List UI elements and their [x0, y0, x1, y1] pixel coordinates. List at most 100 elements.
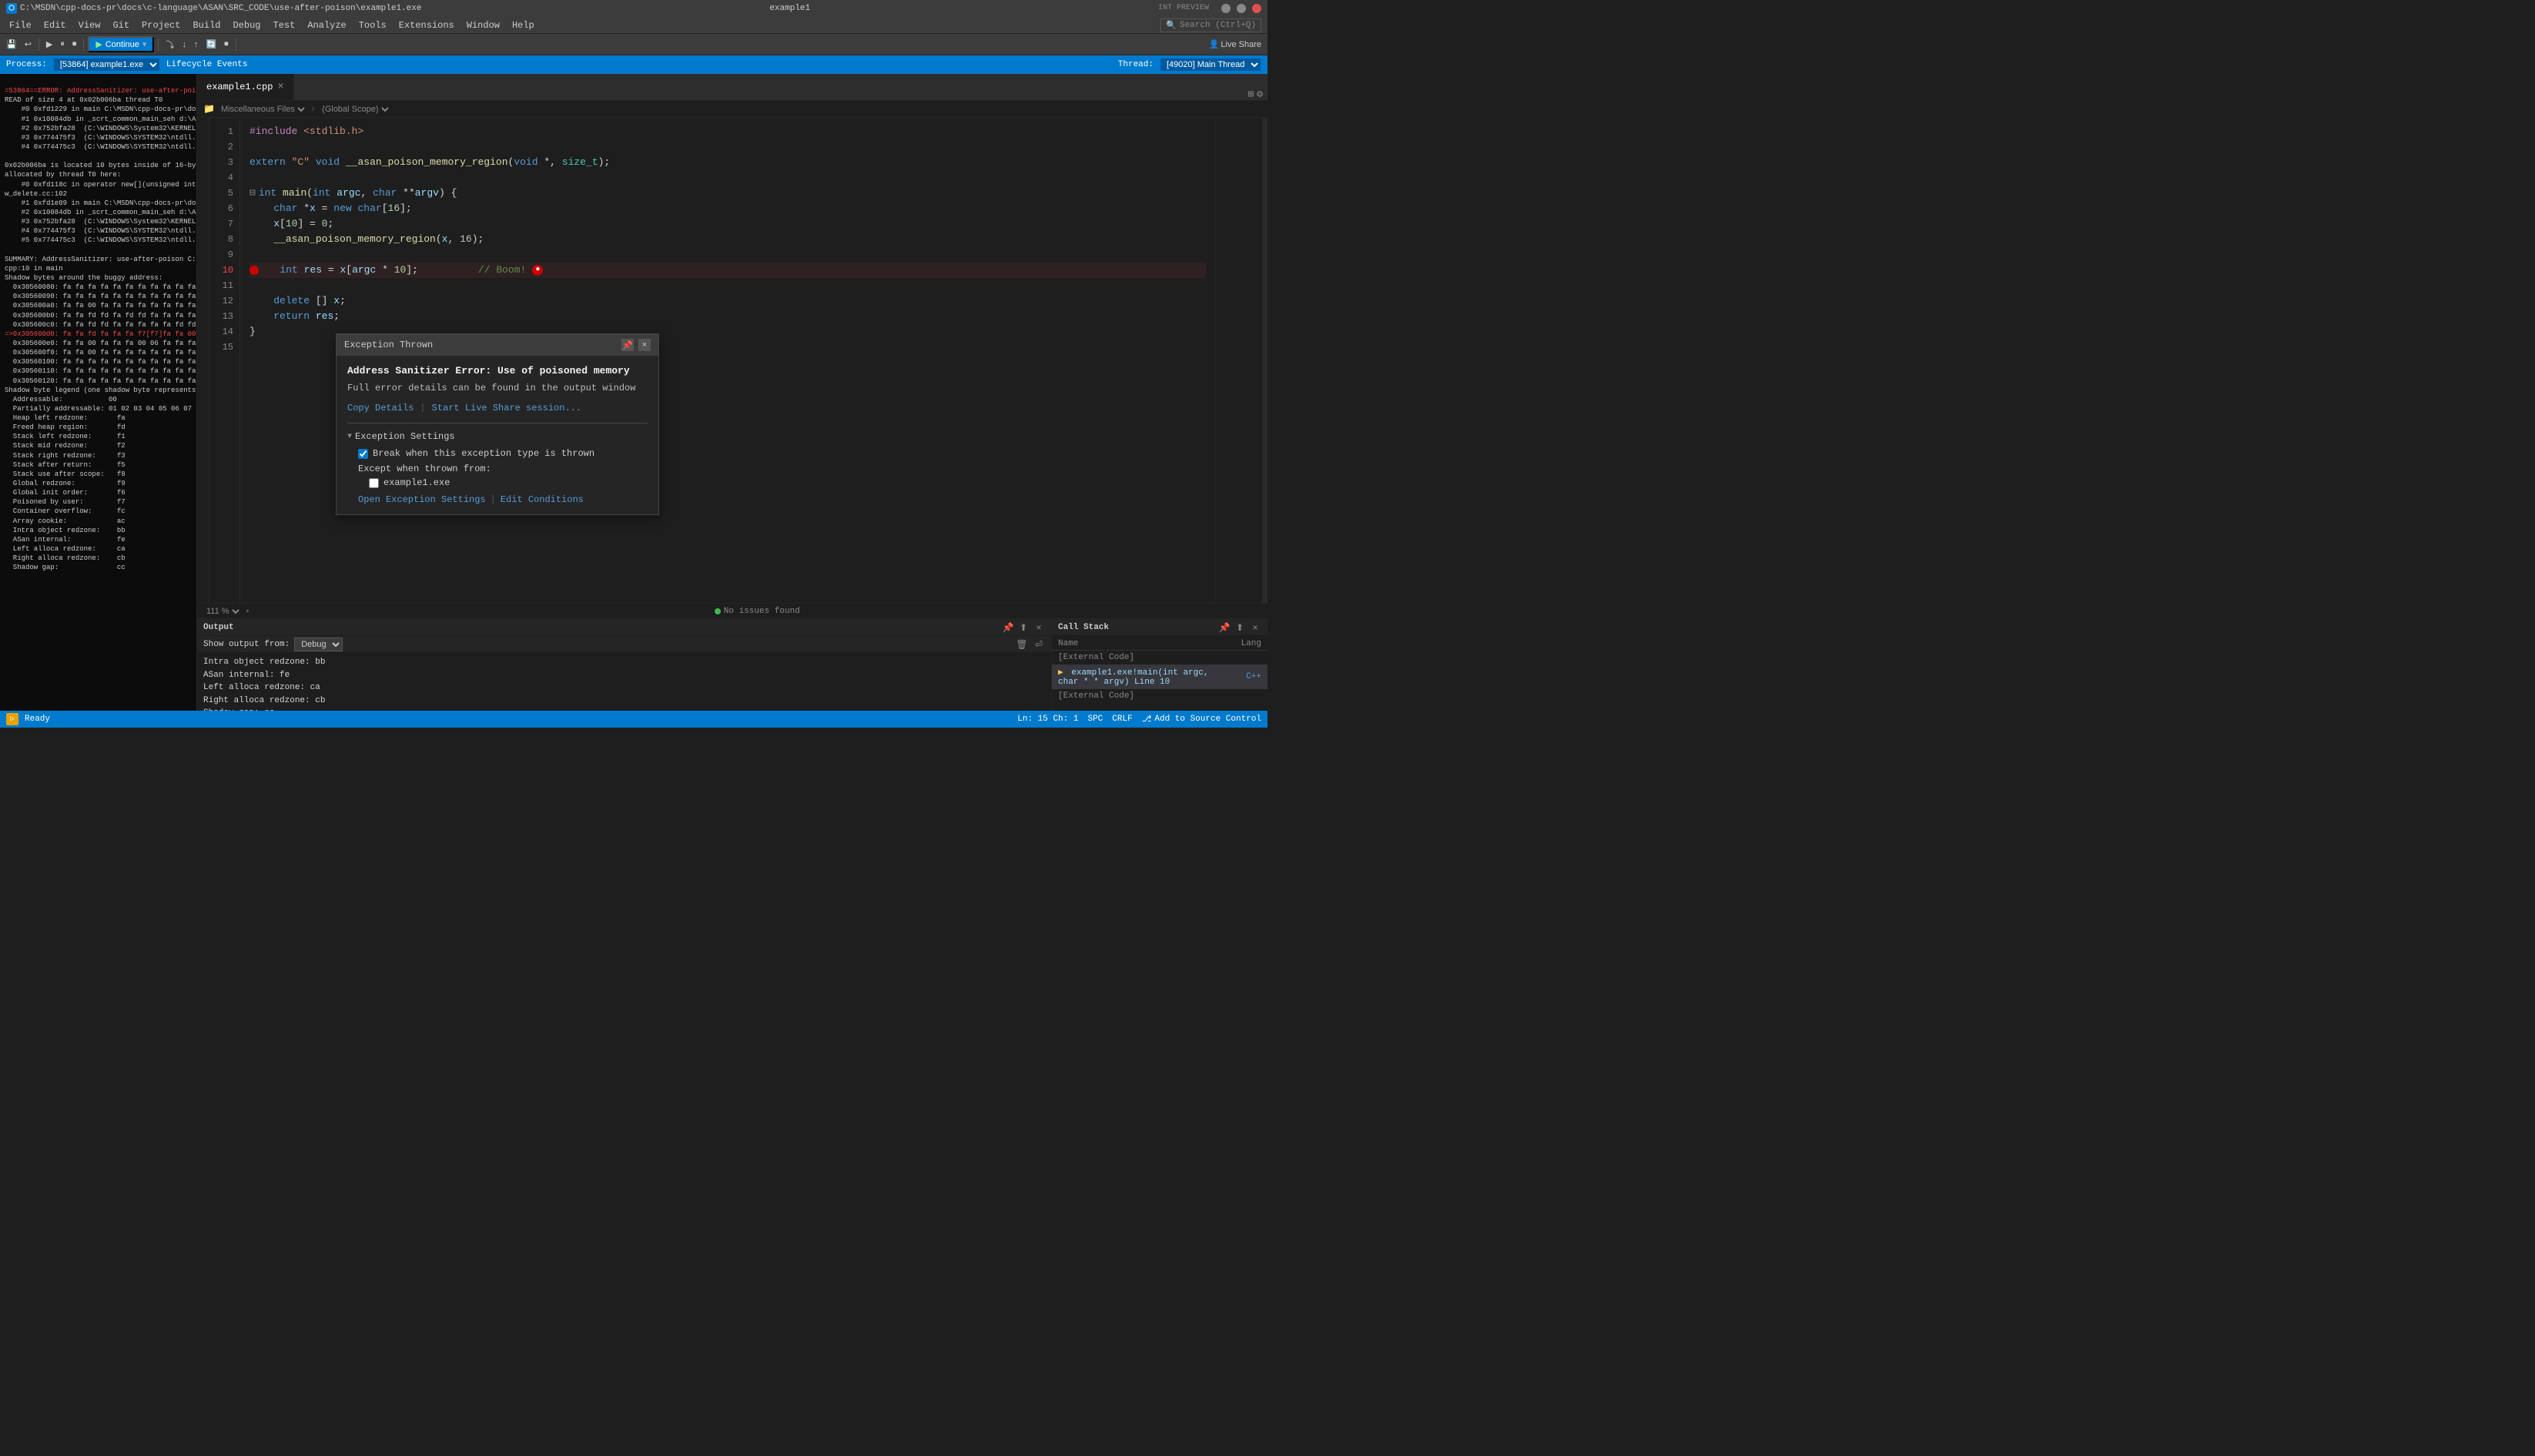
menu-help[interactable]: Help — [506, 17, 541, 33]
menu-file[interactable]: File — [3, 17, 38, 33]
breadcrumb-scope-select[interactable]: (Global Scope) — [319, 104, 391, 115]
output-wrap-button[interactable]: ⏎ — [1033, 638, 1045, 651]
tab-example1[interactable]: example1.cpp × — [197, 74, 294, 100]
minimap — [1215, 118, 1261, 603]
output-line-2: ASan internal: fe — [203, 669, 1045, 682]
menu-tools[interactable]: Tools — [353, 17, 393, 33]
title-bar: ⬡ C:\MSDN\cpp-docs-pr\docs\c-language\AS… — [0, 0, 1268, 17]
call-stack-item-1[interactable]: ▶ example1.exe!main(int argc, char * * a… — [1052, 664, 1268, 689]
restart-button[interactable]: 🔄 — [203, 36, 219, 53]
exception-main-message: Address Sanitizer Error: Use of poisoned… — [347, 365, 648, 377]
call-stack-columns: Name Lang — [1052, 638, 1268, 651]
status-bar-right: Ln: 15 Ch: 1 SPC CRLF ⎇ Add to Source Co… — [1017, 714, 1261, 725]
debug-toolbar: Process: [53864] example1.exe Lifecycle … — [0, 55, 1268, 74]
menu-window[interactable]: Window — [460, 17, 506, 33]
terminal-legend-hdr: Shadow byte legend (one shadow byte repr… — [5, 387, 196, 394]
breakpoint-dot[interactable] — [249, 266, 259, 275]
toolbar-btn-5[interactable]: ⏹ — [69, 36, 80, 53]
open-exception-settings-link[interactable]: Open Exception Settings — [358, 494, 486, 505]
step-over-button[interactable]: ⤵ — [162, 36, 177, 53]
live-share-button[interactable]: 👤 Live Share — [1206, 36, 1264, 53]
process-select[interactable]: [53864] example1.exe — [53, 58, 160, 72]
call-stack-item-2[interactable]: [External Code] — [1052, 689, 1268, 703]
output-line-3: Left alloca redzone: ca — [203, 681, 1045, 695]
code-line-5: ⊟int main(int argc, char **argv) { — [249, 186, 1206, 201]
zoom-bar: 111 % ▾ No issues found — [197, 603, 1268, 618]
exception-footer-links: Open Exception Settings | Edit Condition… — [358, 494, 648, 505]
collapse-icon-5: ⊟ — [249, 186, 256, 201]
close-button[interactable] — [1252, 4, 1261, 13]
search-box[interactable]: 🔍 Search (Ctrl+Q) — [1160, 18, 1261, 32]
terminal-alloc4: #3 0x752bfa28 (C:\WINDOWS\System32\KERNE… — [5, 218, 196, 226]
toolbar-btn-3[interactable]: ▶ — [43, 36, 55, 53]
output-maximize-button[interactable]: ⬆ — [1017, 621, 1030, 634]
settings-icon[interactable]: ⚙ — [1257, 89, 1263, 100]
menu-extensions[interactable]: Extensions — [393, 17, 460, 33]
terminal-shadow2: 0x30560090: fa fa fa fa fa fa fa fa fa f… — [5, 293, 196, 300]
stop-button[interactable]: ⏹ — [221, 36, 232, 53]
call-stack-pin-button[interactable]: 📌 — [1218, 621, 1231, 634]
main-content: =53864==ERROR: AddressSanitizer: use-aft… — [0, 74, 1268, 711]
menu-git[interactable]: Git — [106, 17, 136, 33]
tab-example1-close[interactable]: × — [277, 81, 283, 93]
split-icon[interactable]: ⊞ — [1247, 89, 1254, 100]
maximize-button[interactable] — [1237, 4, 1246, 13]
exception-close-button[interactable]: × — [638, 339, 651, 351]
output-close-button[interactable]: × — [1033, 621, 1045, 634]
live-share-session-link[interactable]: Start Live Share session... — [432, 403, 581, 413]
continue-label: Continue — [105, 40, 139, 49]
zoom-select[interactable]: 111 % — [203, 606, 242, 617]
continue-button[interactable]: ▶ Continue ▾ — [88, 36, 154, 52]
menu-test[interactable]: Test — [267, 17, 302, 33]
toolbar-sep-3 — [158, 38, 159, 51]
terminal-content: =53864==ERROR: AddressSanitizer: use-aft… — [0, 74, 196, 695]
output-channel-select[interactable]: Debug — [294, 638, 343, 651]
menu-project[interactable]: Project — [136, 17, 186, 33]
minimize-button[interactable] — [1221, 4, 1231, 13]
copy-details-link[interactable]: Copy Details — [347, 403, 414, 413]
title-path: C:\MSDN\cpp-docs-pr\docs\c-language\ASAN… — [20, 4, 422, 13]
bottom-panels: Output 📌 ⬆ × Show output from: Debug 🗑 ⏎ — [197, 618, 1268, 711]
vertical-scrollbar[interactable] — [1261, 118, 1268, 603]
cs-item-2-name: [External Code] — [1058, 691, 1223, 701]
line-num-2: 2 — [209, 139, 233, 155]
output-clear-button[interactable]: 🗑 — [1016, 638, 1028, 651]
example-exe-checkbox[interactable] — [369, 478, 379, 488]
exception-settings-header[interactable]: ▼ Exception Settings — [347, 431, 648, 442]
exception-pin-button[interactable]: 📌 — [621, 339, 634, 351]
line-numbers: 1 2 3 4 5 6 7 8 9 10 11 12 13 14 15 — [209, 118, 240, 603]
step-out-button[interactable]: ↑ — [191, 36, 202, 53]
call-stack-item-0[interactable]: [External Code] — [1052, 651, 1268, 664]
menu-edit[interactable]: Edit — [38, 17, 72, 33]
call-stack-maximize-button[interactable]: ⬆ — [1234, 621, 1246, 634]
terminal-located: 0x02b006ba is located 10 bytes inside of… — [5, 162, 196, 169]
menu-view[interactable]: View — [72, 17, 107, 33]
source-control-icon: ⎇ — [1142, 714, 1152, 725]
status-bar: ▷ Ready Ln: 15 Ch: 1 SPC CRLF ⎇ Add to S… — [0, 711, 1268, 728]
break-when-checkbox[interactable] — [358, 449, 368, 459]
terminal-legend13: Container overflow: fc — [5, 507, 126, 515]
source-control-button[interactable]: ⎇ Add to Source Control — [1142, 714, 1261, 725]
code-line-7: x[10] = 0; — [249, 216, 1206, 232]
toolbar-btn-2[interactable]: ↩ — [22, 36, 35, 53]
menu-analyze[interactable]: Analyze — [301, 17, 352, 33]
breadcrumb-folder-select[interactable]: Miscellaneous Files — [218, 104, 307, 115]
terminal-legend10: Global redzone: f9 — [5, 480, 126, 487]
link-separator: | — [420, 403, 425, 413]
step-into-button[interactable]: ↓ — [179, 36, 189, 53]
output-pin-button[interactable]: 📌 — [1002, 621, 1014, 634]
toolbar-btn-1[interactable]: 💾 — [3, 36, 20, 53]
footer-link-sep: | — [491, 494, 496, 505]
lifecycle-label: Lifecycle Events — [166, 60, 248, 69]
code-line-13: return res; — [249, 309, 1206, 324]
output-panel-header: Output 📌 ⬆ × — [197, 619, 1051, 636]
except-when-sub: example1.exe — [369, 477, 648, 488]
thread-select[interactable]: [49020] Main Thread — [1160, 58, 1261, 72]
edit-conditions-link[interactable]: Edit Conditions — [501, 494, 584, 505]
menu-build[interactable]: Build — [186, 17, 226, 33]
code-line-2 — [249, 139, 1206, 155]
toolbar-btn-4[interactable]: ⏸ — [57, 36, 68, 53]
call-stack-close-button[interactable]: × — [1249, 621, 1261, 634]
menu-debug[interactable]: Debug — [226, 17, 266, 33]
exception-title-buttons: 📌 × — [621, 339, 651, 351]
